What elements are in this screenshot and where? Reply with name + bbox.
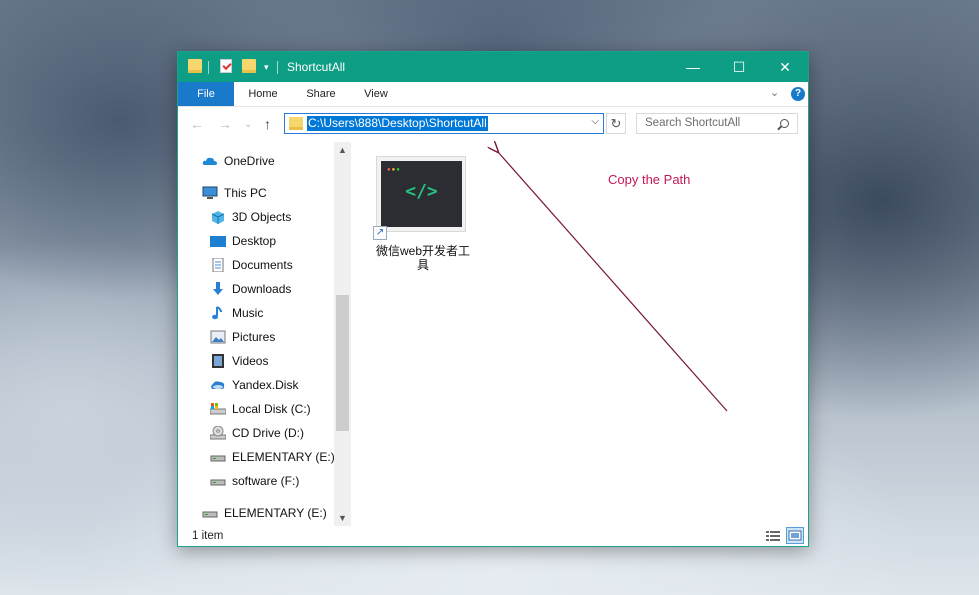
onedrive-icon <box>202 157 217 165</box>
videos-icon <box>212 354 224 368</box>
music-icon <box>212 306 222 320</box>
documents-icon <box>212 258 224 272</box>
scrollbar-thumb[interactable] <box>336 295 349 431</box>
sidebar-item-label: This PC <box>224 186 267 200</box>
properties-icon[interactable] <box>220 59 232 73</box>
details-view-button[interactable] <box>764 527 782 544</box>
back-icon[interactable]: ← <box>190 116 204 132</box>
sidebar-item-label: ELEMENTARY (E:) <box>232 450 335 464</box>
annotation-text: Copy the Path <box>608 172 691 187</box>
chevron-down-icon[interactable]: ⌵ <box>591 116 599 127</box>
devtools-shortcut-icon: ●●● </> <box>376 156 466 232</box>
navigation-pane: OneDrive This PC 3D Objects Desktop Docu… <box>178 142 351 526</box>
title-bar: ▾ ShortcutAll — ☐ ✕ <box>178 52 808 82</box>
usb-drive-icon <box>210 455 226 462</box>
search-input[interactable]: Search ShortcutAll <box>636 113 798 134</box>
sidebar-item-label: Music <box>232 306 264 320</box>
folder-icon <box>188 59 202 73</box>
downloads-icon <box>213 282 223 295</box>
forward-icon[interactable]: → <box>218 116 232 132</box>
refresh-button[interactable]: ↻ <box>606 113 626 134</box>
this-pc-icon <box>202 186 218 199</box>
tab-view[interactable]: View <box>356 82 396 106</box>
sidebar-item-label: CD Drive (D:) <box>232 426 304 440</box>
tab-share[interactable]: Share <box>298 82 344 106</box>
sidebar-item-label: Documents <box>232 258 293 272</box>
file-list: ●●● </> ↗ 微信web开发者工具 <box>351 142 808 526</box>
sidebar-item-label: Pictures <box>232 330 276 344</box>
sidebar-item-label: software (F:) <box>232 474 300 488</box>
navigation-bar: ← → ⌄ ↑ C:\Users\888\Desktop\ShortcutAll… <box>178 106 808 142</box>
ribbon-tabs: File Home Share View ⌄ ? <box>178 82 808 107</box>
address-bar[interactable]: C:\Users\888\Desktop\ShortcutAll ⌵ <box>284 113 604 134</box>
help-icon[interactable]: ? <box>791 87 805 101</box>
usb-drive-icon <box>202 511 218 518</box>
sidebar-item-label: Yandex.Disk <box>232 378 299 392</box>
large-icons-view-button[interactable] <box>786 527 804 544</box>
tab-file[interactable]: File <box>178 82 234 106</box>
window-title: ShortcutAll <box>287 60 346 74</box>
address-path[interactable]: C:\Users\888\Desktop\ShortcutAll <box>307 116 488 131</box>
minimize-button[interactable]: — <box>670 52 716 82</box>
search-icon[interactable] <box>780 119 789 128</box>
toolbar-separator <box>277 61 278 74</box>
cd-drive-icon <box>210 426 226 440</box>
sidebar-item-label: Videos <box>232 354 269 368</box>
new-folder-icon[interactable] <box>242 59 256 73</box>
pictures-icon <box>210 330 226 344</box>
scroll-down-icon[interactable]: ▼ <box>334 510 351 526</box>
details-view-icon <box>766 531 780 541</box>
folder-icon <box>289 117 303 130</box>
sidebar-item-label: Desktop <box>232 234 277 248</box>
navigation-scrollbar[interactable]: ▲ ▼ <box>334 142 351 526</box>
usb-drive-icon <box>210 479 226 486</box>
maximize-button[interactable]: ☐ <box>716 52 762 82</box>
sidebar-item-label: ELEMENTARY (E:) <box>224 506 327 520</box>
local-disk-icon <box>210 403 226 415</box>
tab-home[interactable]: Home <box>241 82 285 106</box>
file-name: 微信web开发者工具 <box>375 244 470 272</box>
large-icons-view-icon <box>788 530 802 541</box>
sidebar-item-label: OneDrive <box>224 154 275 168</box>
recent-locations-icon[interactable]: ⌄ <box>244 119 252 130</box>
file-item[interactable]: ●●● </> ↗ 微信web开发者工具 <box>373 156 473 278</box>
toolbar-separator <box>208 61 209 74</box>
search-placeholder: Search ShortcutAll <box>645 117 741 129</box>
sidebar-item-label: Downloads <box>232 282 292 296</box>
desktop-icon <box>210 236 226 247</box>
item-count: 1 item <box>192 530 224 542</box>
yandex-disk-icon <box>211 381 225 389</box>
scroll-up-icon[interactable]: ▲ <box>334 142 351 158</box>
quick-access-dropdown-icon[interactable]: ▾ <box>264 62 269 73</box>
sidebar-item-label: 3D Objects <box>232 210 292 224</box>
shortcut-arrow-icon: ↗ <box>373 226 387 240</box>
sidebar-item-label: Local Disk (C:) <box>232 402 311 416</box>
close-button[interactable]: ✕ <box>762 52 808 82</box>
up-icon[interactable]: ↑ <box>264 116 271 132</box>
expand-ribbon-icon[interactable]: ⌄ <box>770 86 779 99</box>
status-bar: 1 item <box>178 526 808 546</box>
file-explorer-window: ▾ ShortcutAll — ☐ ✕ File Home Share View… <box>177 51 809 547</box>
3d-objects-icon <box>211 211 225 224</box>
code-symbol: </> <box>405 181 438 202</box>
